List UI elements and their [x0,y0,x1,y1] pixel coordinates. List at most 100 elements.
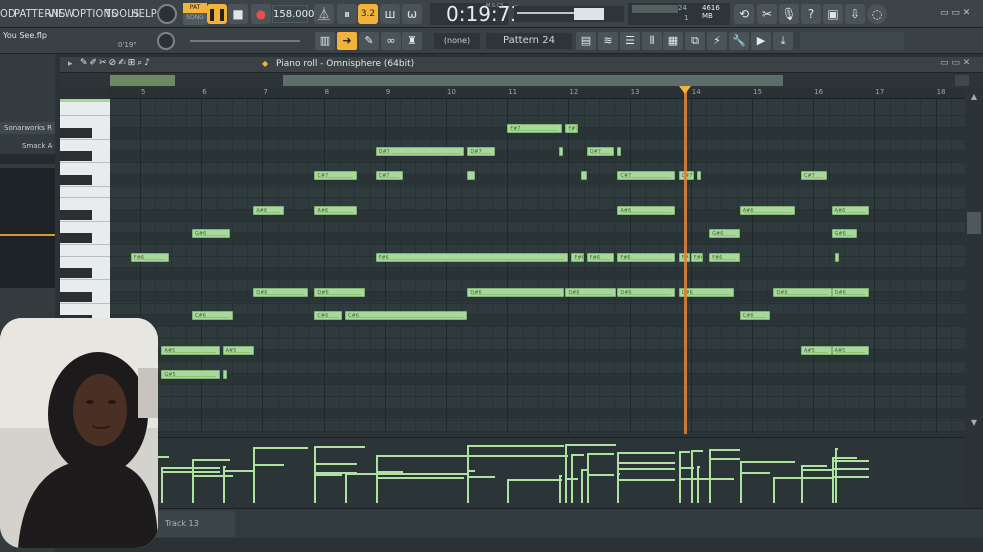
piano-roll-overview[interactable] [60,73,983,88]
menu-item-view[interactable]: VIEW [48,7,75,20]
browser-icon[interactable]: ▦ [663,32,683,50]
midi-note[interactable]: F#6 [617,252,676,262]
velocity-stem[interactable] [831,468,834,503]
velocity-stem[interactable] [565,444,568,503]
step-edit-button[interactable]: 3.2 [358,4,378,24]
black-key[interactable] [60,268,92,279]
midi-note[interactable]: D#7 [375,147,465,157]
midi-note[interactable] [467,170,475,180]
piano-roll-tools[interactable]: ✎✐✂⊘✍⊞⌕♪ [80,58,152,68]
velocity-stem[interactable] [345,473,348,503]
track-header[interactable]: Track 13 [155,511,235,537]
paste-icon[interactable]: ⧉ [685,32,705,50]
scroll-arrow-right[interactable] [955,75,969,86]
velocity-stem[interactable] [507,479,510,503]
plugin-slot-1[interactable]: Sonarworks R [0,122,55,134]
velocity-stem[interactable] [586,453,589,503]
piano-roll-icon[interactable]: ▥ [315,32,335,50]
midi-note[interactable]: D#6 [467,287,565,297]
velocity-stem[interactable] [192,475,195,503]
save-icon[interactable]: ▣ [823,4,843,24]
midi-note[interactable]: F#7 [507,124,563,133]
midi-note[interactable]: A#6 [617,205,676,215]
microphone-icon[interactable]: 🎙 [779,4,799,24]
midi-note[interactable] [696,170,701,180]
overview-window[interactable] [283,75,783,86]
arrow-icon[interactable]: ➜ [337,32,357,50]
midi-note[interactable]: D#7 [467,147,495,157]
link-icon[interactable]: ∞ [381,32,401,50]
window-controls[interactable]: ▭ ▭ ✕ [940,58,970,68]
midi-note[interactable]: A#6 [739,205,795,215]
chat-icon[interactable]: ◌ [867,4,887,24]
playhead-marker[interactable] [679,86,691,94]
midi-note[interactable] [580,170,587,180]
midi-note[interactable]: D#7 [586,147,615,157]
midi-note[interactable]: F#7 [565,124,578,133]
black-key[interactable] [60,233,92,244]
export-icon[interactable]: ⤓ [773,32,793,50]
black-key[interactable] [60,128,92,138]
undo-icon[interactable]: ⟲ [734,4,754,24]
tools-icon[interactable]: 🔧 [729,32,749,50]
midi-note[interactable]: D#6 [314,287,365,297]
metronome-icon[interactable]: ⏅ [314,4,334,24]
midi-note[interactable]: F#6 [709,252,740,262]
playlist-icon[interactable]: ▤ [576,32,596,50]
black-key[interactable] [60,291,92,302]
pause-button[interactable]: ❚❚ [207,4,227,24]
scroll-thumb[interactable] [967,212,981,234]
midi-note[interactable]: C#6 [345,311,468,321]
velocity-stem[interactable] [739,472,742,503]
velocity-stem[interactable] [314,474,317,503]
midi-note[interactable]: C#7 [375,170,404,180]
velocity-stem[interactable] [253,447,256,503]
brush-icon[interactable]: ✎ [359,32,379,50]
midi-note[interactable]: F#6 [690,252,704,262]
stop-button[interactable]: ■ [228,4,248,24]
help-icon[interactable]: ? [801,4,821,24]
vertical-scrollbar[interactable]: ▲ ▼ [965,88,983,434]
time-ruler[interactable]: 5 6 7 8 9 10 11 12 13 14 15 16 17 18 [110,88,965,99]
scroll-down-arrow[interactable]: ▼ [967,418,981,428]
velocity-stem[interactable] [222,466,225,503]
velocity-stem[interactable] [467,445,470,503]
midi-note[interactable]: C#7 [800,170,827,180]
midi-note[interactable]: A#5 [161,346,220,356]
midi-note[interactable]: G#6 [831,229,858,239]
velocity-lane[interactable] [110,437,965,507]
velocity-stem[interactable] [800,469,803,503]
menu-item-help[interactable]: HELP [131,7,157,20]
cut-tools-icon[interactable]: ✂ [757,4,777,24]
master-volume-knob[interactable] [157,4,177,24]
midi-note[interactable]: A#5 [800,346,832,356]
wait-record-icon[interactable]: ⏸ [337,4,357,24]
track-strip[interactable]: Track 13 [110,508,983,538]
midi-note[interactable]: G#5 [161,369,220,379]
loop-record-icon[interactable]: ω [402,4,422,24]
toolbar-arrow-icon[interactable]: ▸ [68,59,73,69]
midi-note[interactable] [834,252,839,262]
midi-note[interactable]: A#6 [314,205,358,215]
plugin-slot-2[interactable]: Smack A [0,140,55,152]
midi-note[interactable] [559,147,564,157]
channel-select[interactable]: (none) [434,33,480,49]
midi-note[interactable]: C#7 [617,170,676,180]
velocity-stem[interactable] [559,475,562,503]
velocity-stem[interactable] [161,467,164,503]
speaker-icon[interactable]: ▶ [751,32,771,50]
master-pitch-knob[interactable] [157,32,175,50]
midi-note[interactable] [222,369,227,379]
blend-notes-icon[interactable]: ш [380,4,400,24]
midi-note[interactable]: F#6 [375,252,569,262]
hat-icon[interactable]: ♜ [402,32,422,50]
midi-note[interactable]: C#6 [192,311,234,321]
pat-song-toggle[interactable]: PAT SONG [183,3,207,25]
midi-note[interactable]: C#7 [314,170,358,180]
midi-note[interactable]: D#6 [773,287,832,297]
plugin-icon[interactable]: ⚡ [707,32,727,50]
midi-note[interactable]: G#6 [192,229,230,239]
midi-note[interactable]: D#6 [617,287,676,297]
midi-note[interactable]: D#6 [253,287,309,297]
velocity-stem[interactable] [580,469,583,503]
